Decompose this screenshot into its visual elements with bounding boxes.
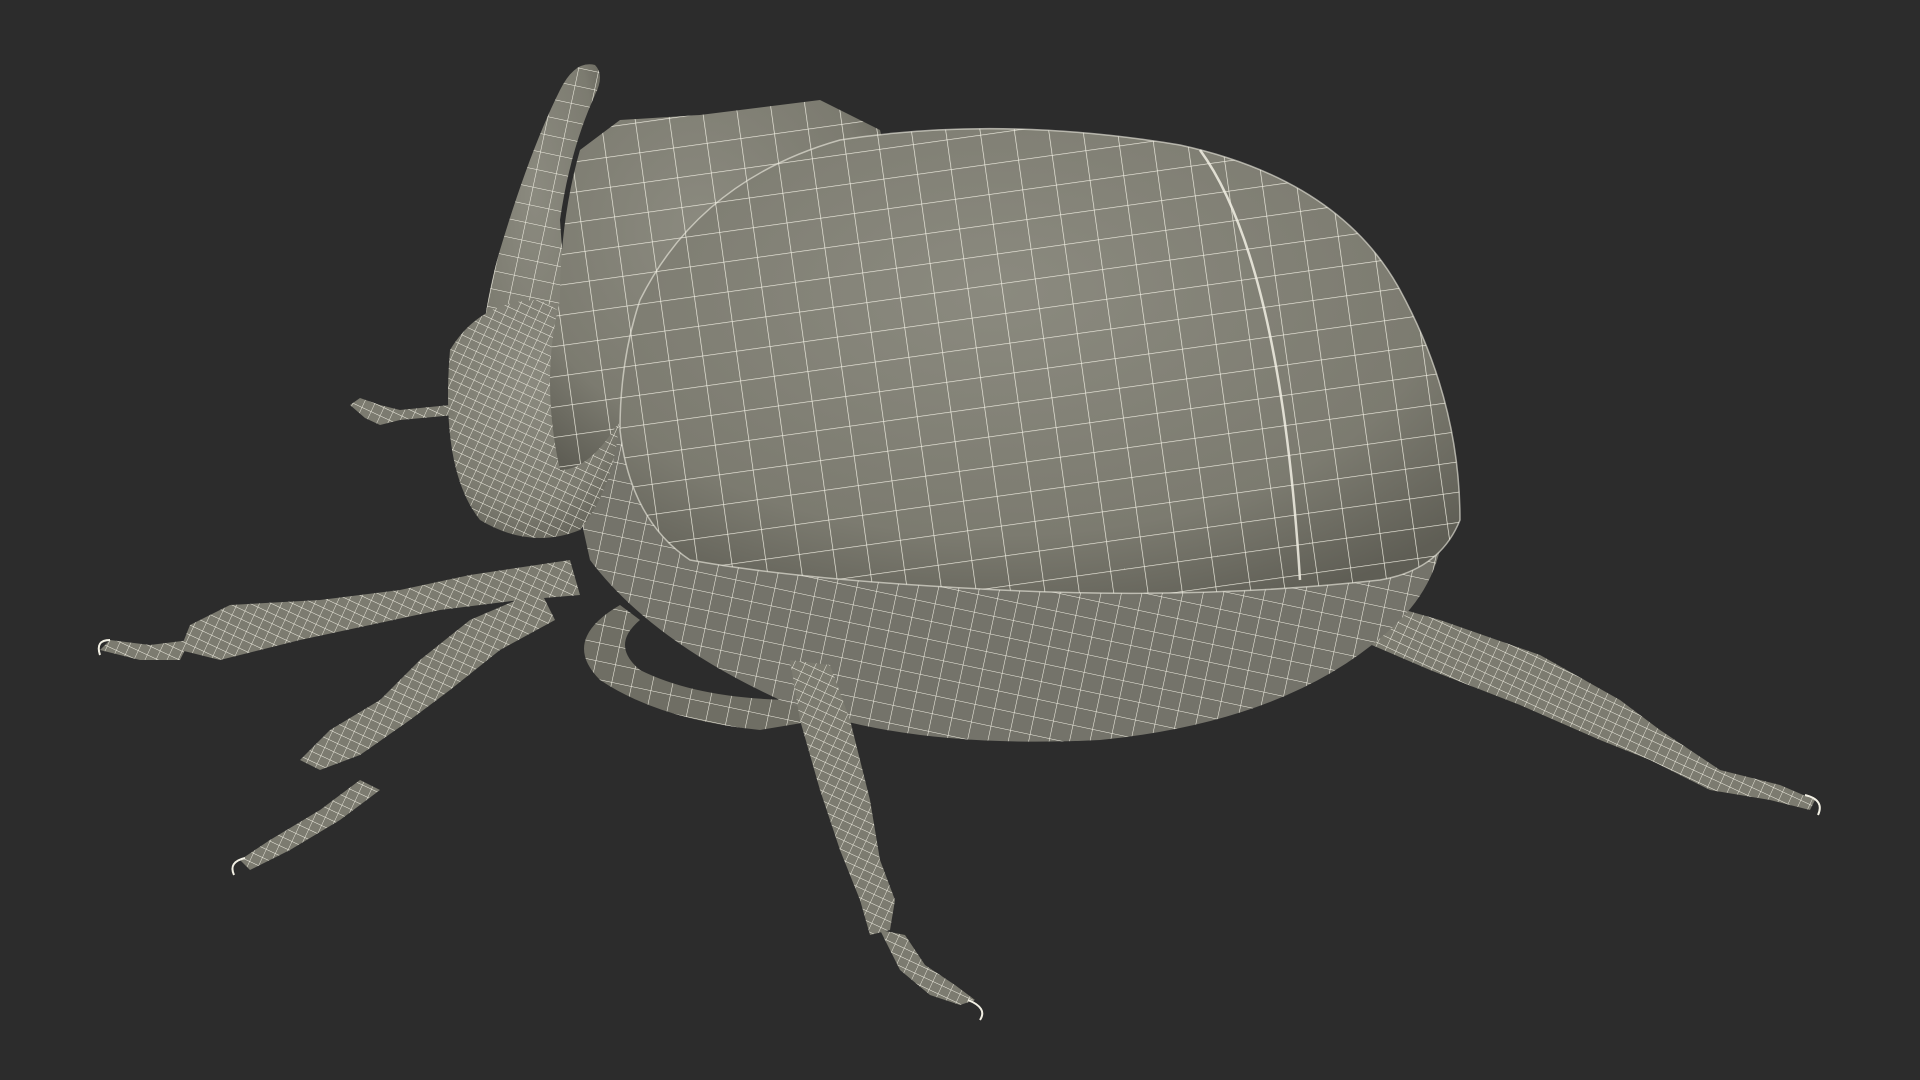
leg-rear-right (1360, 600, 1821, 816)
beetle-wireframe-render (97, 64, 1821, 1021)
elytra (619, 127, 1461, 595)
antenna (350, 398, 455, 425)
